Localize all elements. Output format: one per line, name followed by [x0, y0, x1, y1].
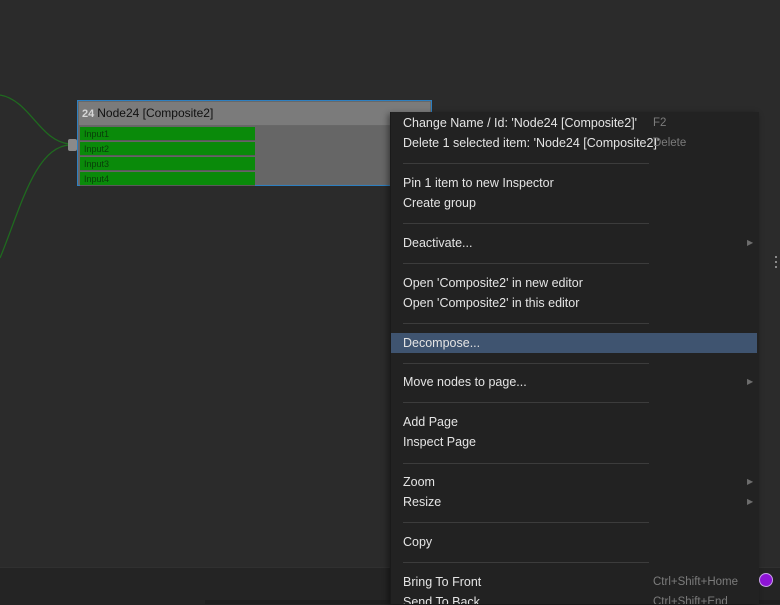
- status-indicator-icon[interactable]: [759, 573, 773, 587]
- submenu-arrow-icon: ▶: [747, 377, 754, 386]
- node-input-1[interactable]: Input1: [80, 127, 255, 141]
- menu-separator: [403, 263, 649, 264]
- menu-item-inspect-page[interactable]: Inspect Page: [391, 432, 757, 452]
- menu-separator: [403, 562, 649, 563]
- menu-separator: [403, 522, 649, 523]
- shortcut-f2: F2: [653, 117, 667, 129]
- menu-item-decompose[interactable]: Decompose...: [391, 333, 757, 353]
- shortcut-bring-to-front: Ctrl+Shift+Home: [653, 576, 739, 588]
- menu-separator: [403, 223, 649, 224]
- scrollbar-handle[interactable]: [774, 256, 778, 272]
- menu-item-deactivate[interactable]: Deactivate... ▶: [391, 233, 757, 253]
- menu-item-resize[interactable]: Resize ▶: [391, 492, 757, 512]
- node-input-2[interactable]: Input2: [80, 142, 255, 156]
- menu-item-move-nodes[interactable]: Move nodes to page... ▶: [391, 372, 757, 392]
- menu-separator: [403, 363, 649, 364]
- shortcut-send-to-back: Ctrl+Shift+End: [653, 596, 728, 604]
- shortcut-delete: Delete: [653, 137, 687, 149]
- submenu-arrow-icon: ▶: [747, 238, 754, 247]
- wire-1: [0, 94, 71, 145]
- context-menu: Change Name / Id: 'Node24 [Composite2]' …: [390, 112, 759, 604]
- menu-item-copy[interactable]: Copy: [391, 532, 757, 552]
- submenu-arrow-icon: ▶: [747, 497, 754, 506]
- node-body: Input1 Input2 Input3 Input4: [79, 126, 430, 186]
- menu-item-delete[interactable]: Delete 1 selected item: 'Node24 [Composi…: [391, 133, 757, 153]
- node-input-port[interactable]: [68, 139, 77, 151]
- menu-item-bring-to-front[interactable]: Bring To Front Ctrl+Shift+Home: [391, 572, 757, 592]
- menu-item-change-name[interactable]: Change Name / Id: 'Node24 [Composite2]' …: [391, 113, 757, 133]
- node-input-3[interactable]: Input3: [80, 157, 255, 171]
- menu-item-pin[interactable]: Pin 1 item to new Inspector: [391, 173, 757, 193]
- menu-item-create-group[interactable]: Create group: [391, 193, 757, 213]
- menu-item-open-this-editor[interactable]: Open 'Composite2' in this editor: [391, 293, 757, 313]
- node-id-badge: 24: [82, 108, 95, 120]
- composite-node[interactable]: 24 Node24 [Composite2] Input1 Input2 Inpu…: [77, 100, 432, 186]
- menu-separator: [403, 163, 649, 164]
- menu-separator: [403, 323, 649, 324]
- node-title: Node24 [Composite2]: [97, 106, 214, 120]
- wire-2: [0, 144, 71, 259]
- menu-item-open-new-editor[interactable]: Open 'Composite2' in new editor: [391, 273, 757, 293]
- node-input-4[interactable]: Input4: [80, 172, 255, 186]
- menu-item-send-to-back[interactable]: Send To Back Ctrl+Shift+End: [391, 592, 757, 604]
- menu-separator: [403, 463, 649, 464]
- node-header[interactable]: 24 Node24 [Composite2]: [79, 102, 430, 125]
- menu-separator: [403, 402, 649, 403]
- menu-item-zoom[interactable]: Zoom ▶: [391, 472, 757, 492]
- menu-item-add-page[interactable]: Add Page: [391, 412, 757, 432]
- submenu-arrow-icon: ▶: [747, 477, 754, 486]
